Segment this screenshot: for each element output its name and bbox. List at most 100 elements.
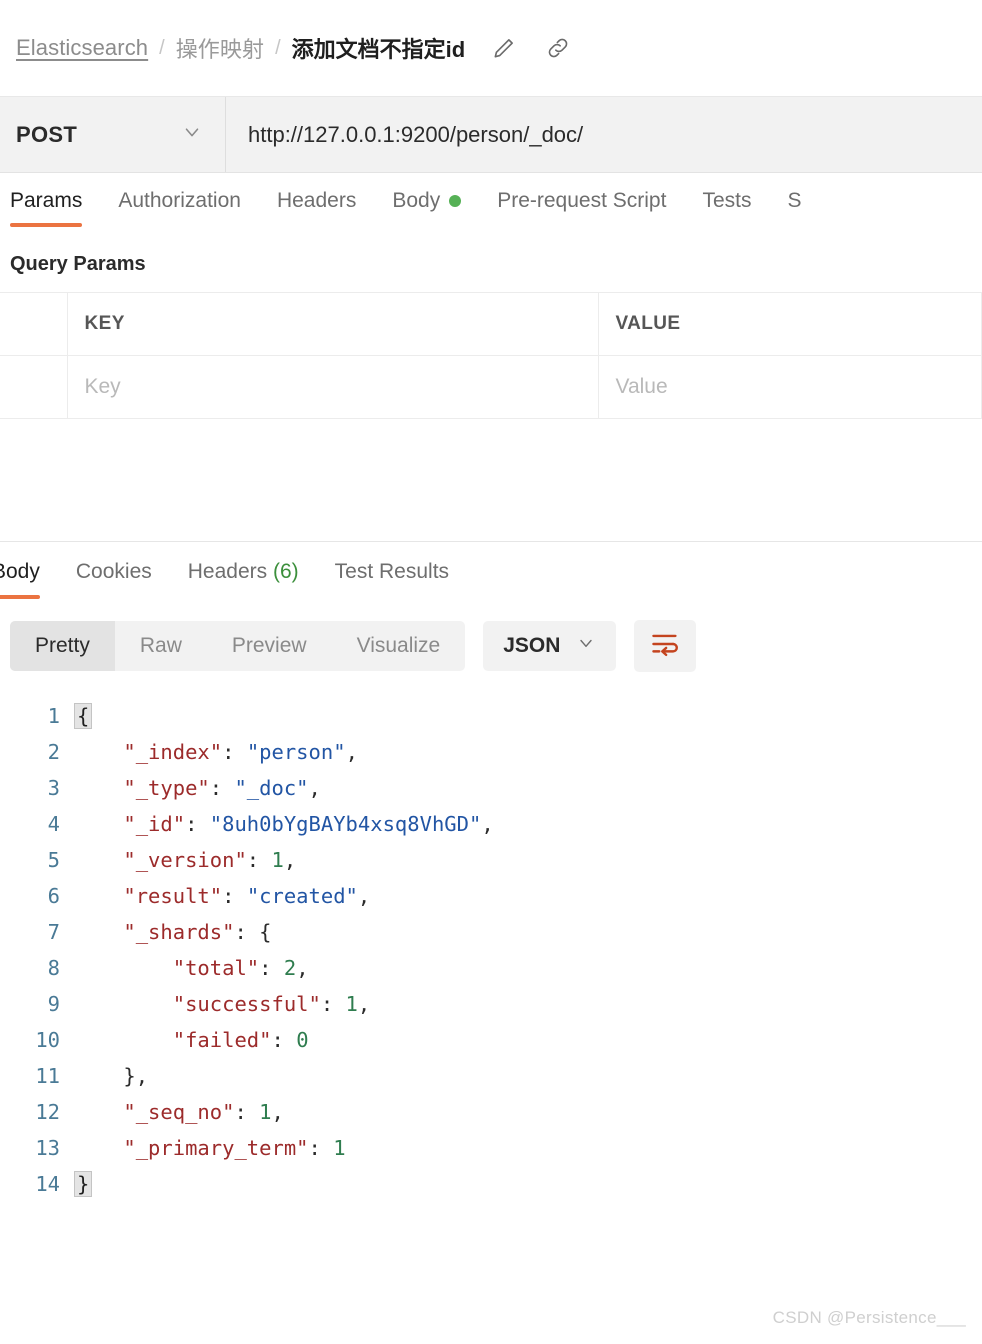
breadcrumb-folder-link[interactable]: 操作映射 xyxy=(176,32,264,64)
wrap-lines-icon xyxy=(650,630,680,663)
tab-tests[interactable]: Tests xyxy=(702,189,751,227)
response-tab-headers[interactable]: Headers (6) xyxy=(188,560,299,599)
response-tab-test-results[interactable]: Test Results xyxy=(335,560,449,599)
query-params-table: KEY VALUE Key Value xyxy=(0,292,982,419)
line-number: 3 xyxy=(47,776,60,800)
breadcrumb-separator-1: / xyxy=(159,36,165,59)
code-line: 8 "total": 2, xyxy=(0,950,982,986)
code-token: , xyxy=(481,812,494,836)
line-number: 6 xyxy=(47,884,60,908)
code-line-text: }, xyxy=(74,1058,148,1094)
code-line: 9 "successful": 1, xyxy=(0,986,982,1022)
response-headers-count: (6) xyxy=(272,560,299,583)
code-line-text: "_shards": { xyxy=(74,914,271,950)
http-method-select[interactable]: POST xyxy=(0,97,226,172)
tab-headers[interactable]: Headers xyxy=(277,189,356,227)
tab-params[interactable]: Params xyxy=(10,189,83,227)
response-tab-body-label: Body xyxy=(0,560,40,583)
pencil-icon[interactable] xyxy=(491,35,517,61)
table-header-row: KEY VALUE xyxy=(0,292,982,356)
code-token: : xyxy=(320,992,346,1016)
code-line-text: "_seq_no": 1, xyxy=(74,1094,283,1130)
response-tab-body[interactable]: Body xyxy=(0,560,40,599)
tab-params-label: Params xyxy=(10,189,83,212)
line-number: 1 xyxy=(47,704,60,728)
code-line-text: "successful": 1, xyxy=(74,986,370,1022)
tab-body-label: Body xyxy=(392,189,441,212)
breadcrumb-root-link[interactable]: Elasticsearch xyxy=(16,35,148,61)
response-tabs: Body Cookies Headers (6) Test Results xyxy=(0,542,982,608)
code-token: "_seq_no" xyxy=(123,1100,235,1124)
param-value-input[interactable]: Value xyxy=(597,355,982,419)
row-checkbox-cell[interactable] xyxy=(0,355,68,419)
code-line: 1{ xyxy=(0,698,982,734)
breadcrumb-separator-2: / xyxy=(275,36,281,59)
code-token: 2 xyxy=(283,956,297,980)
code-token: "failed" xyxy=(172,1028,272,1052)
code-line: 3 "_type": "_doc", xyxy=(0,770,982,806)
code-line-text: "_version": 1, xyxy=(74,842,296,878)
line-number: 4 xyxy=(47,812,60,836)
tab-settings-clipped[interactable]: S xyxy=(787,189,801,227)
code-line-text: "failed": 0 xyxy=(74,1022,309,1058)
request-url-input[interactable]: http://127.0.0.1:9200/person/_doc/ xyxy=(226,97,982,172)
line-number: 14 xyxy=(35,1172,60,1196)
code-line-text: "_type": "_doc", xyxy=(74,770,321,806)
param-key-input[interactable]: Key xyxy=(66,355,599,419)
code-token: , xyxy=(135,1064,149,1088)
line-number: 2 xyxy=(47,740,60,764)
code-token: , xyxy=(357,992,371,1016)
format-mode-raw[interactable]: Raw xyxy=(115,621,207,671)
tab-tests-label: Tests xyxy=(702,189,752,212)
tab-pre-request-script[interactable]: Pre-request Script xyxy=(497,189,666,227)
code-token: , xyxy=(357,884,371,908)
format-mode-preview[interactable]: Preview xyxy=(207,621,332,671)
code-line-text: "_id": "8uh0bYgBAYb4xsq8VhGD", xyxy=(74,806,494,842)
response-language-label: JSON xyxy=(503,634,561,657)
code-line: 7 "_shards": { xyxy=(0,914,982,950)
page-title: 添加文档不指定id xyxy=(291,37,466,62)
code-token: : xyxy=(209,776,235,800)
wrap-lines-button[interactable] xyxy=(634,620,697,672)
tab-authorization-label: Authorization xyxy=(118,189,241,212)
code-line: 6 "result": "created", xyxy=(0,878,982,914)
format-mode-pretty[interactable]: Pretty xyxy=(10,621,115,671)
link-icon[interactable] xyxy=(545,35,571,61)
code-token: { xyxy=(74,703,93,729)
code-token: "successful" xyxy=(172,992,321,1016)
code-line-text: "_index": "person", xyxy=(74,734,358,770)
response-tab-cookies[interactable]: Cookies xyxy=(76,560,152,599)
format-mode-visualize[interactable]: Visualize xyxy=(332,621,466,671)
code-token: "_doc" xyxy=(234,776,309,800)
request-url-bar: POST http://127.0.0.1:9200/person/_doc/ xyxy=(0,97,982,173)
code-token: 1 xyxy=(259,1100,272,1124)
code-token: 1 xyxy=(271,848,284,872)
code-line: 11 }, xyxy=(0,1058,982,1094)
code-line: 2 "_index": "person", xyxy=(0,734,982,770)
response-language-select[interactable]: JSON xyxy=(483,621,617,671)
tab-body[interactable]: Body xyxy=(392,189,462,227)
code-token: "result" xyxy=(123,884,223,908)
tab-settings-label: S xyxy=(787,189,802,212)
code-token: "_id" xyxy=(123,812,186,836)
tab-authorization[interactable]: Authorization xyxy=(118,189,241,227)
line-number: 12 xyxy=(35,1100,60,1124)
code-token: : xyxy=(259,956,284,980)
code-line: 5 "_version": 1, xyxy=(0,842,982,878)
code-line-text: { xyxy=(74,698,93,734)
code-token: : xyxy=(246,848,272,872)
response-tab-test-results-label: Test Results xyxy=(334,560,450,583)
code-token: , xyxy=(296,956,309,980)
response-body-viewer[interactable]: 1{2 "_index": "person", 3 "_type": "_doc"… xyxy=(0,686,982,1202)
code-token: "_index" xyxy=(123,740,223,764)
code-line: 12 "_seq_no": 1, xyxy=(0,1094,982,1130)
line-number: 10 xyxy=(35,1028,60,1052)
code-line-text: } xyxy=(74,1166,93,1202)
code-line-text: "total": 2, xyxy=(74,950,309,986)
